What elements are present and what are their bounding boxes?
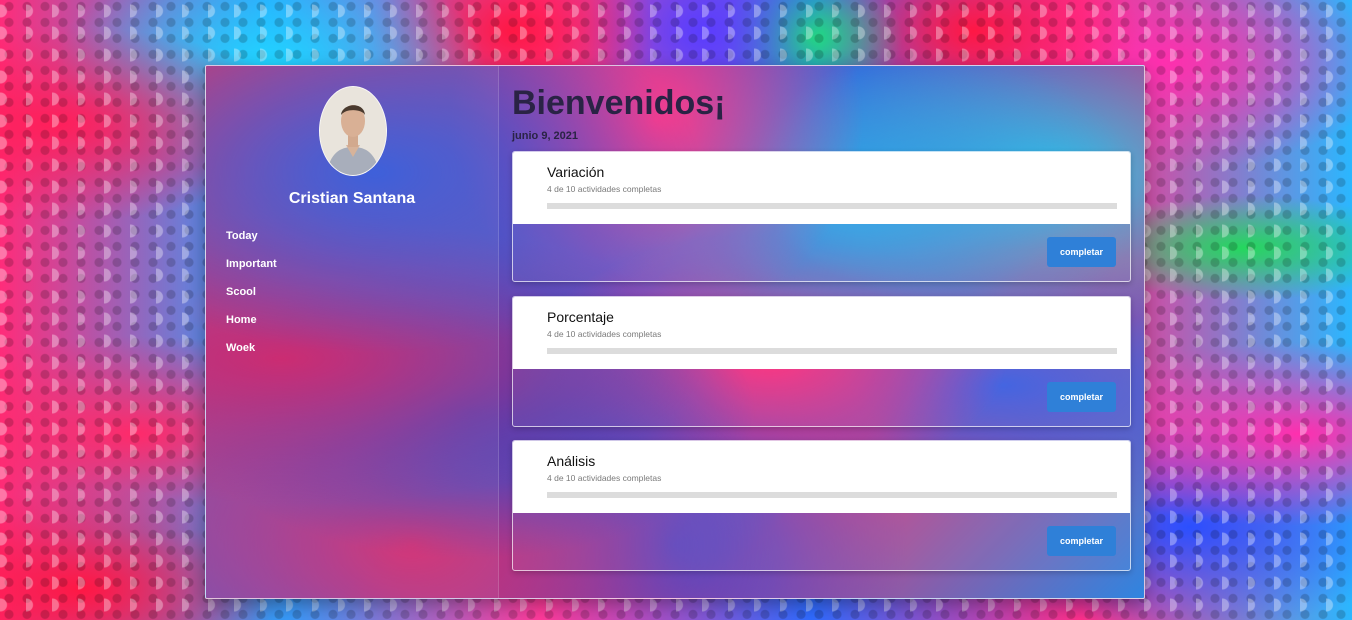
task-progress-fill <box>547 492 775 498</box>
task-subtitle: 4 de 10 actividades completas <box>547 473 662 483</box>
sidebar: Cristian Santana Today Important Scool H… <box>206 66 499 598</box>
sidebar-item-home[interactable]: Home <box>226 313 277 341</box>
task-subtitle: 4 de 10 actividades completas <box>547 184 662 194</box>
task-card: Porcentaje 4 de 10 actividades completas… <box>512 296 1131 427</box>
task-card: Variación 4 de 10 actividades completas … <box>512 151 1131 282</box>
sidebar-item-woek[interactable]: Woek <box>226 341 277 369</box>
task-progress-bar <box>547 492 1117 498</box>
task-progress-fill <box>547 203 775 209</box>
task-card-footer: completar <box>513 369 1130 426</box>
page-title: Bienvenidos¡ <box>512 84 726 122</box>
complete-button[interactable]: completar <box>1047 526 1116 556</box>
task-subtitle: 4 de 10 actividades completas <box>547 329 662 339</box>
sidebar-item-today[interactable]: Today <box>226 229 277 257</box>
complete-button[interactable]: completar <box>1047 237 1116 267</box>
date-label: junio 9, 2021 <box>512 130 579 142</box>
task-title: Porcentaje <box>547 309 614 325</box>
task-card-header: Análisis 4 de 10 actividades completas <box>513 441 1130 513</box>
task-card: Análisis 4 de 10 actividades completas c… <box>512 440 1131 571</box>
task-progress-fill <box>547 348 775 354</box>
task-title: Variación <box>547 164 605 180</box>
app-panel: Cristian Santana Today Important Scool H… <box>205 65 1145 599</box>
complete-button[interactable]: completar <box>1047 382 1116 412</box>
sidebar-nav: Today Important Scool Home Woek <box>226 229 277 369</box>
task-title: Análisis <box>547 453 596 469</box>
sidebar-item-scool[interactable]: Scool <box>226 285 277 313</box>
task-card-footer: completar <box>513 513 1130 570</box>
main-content: Bienvenidos¡ junio 9, 2021 Variación 4 d… <box>512 66 1132 598</box>
task-card-header: Variación 4 de 10 actividades completas <box>513 152 1130 224</box>
task-progress-bar <box>547 348 1117 354</box>
task-card-footer: completar <box>513 224 1130 281</box>
user-name: Cristian Santana <box>288 190 416 207</box>
sidebar-item-important[interactable]: Important <box>226 257 277 285</box>
avatar <box>319 86 387 176</box>
task-progress-bar <box>547 203 1117 209</box>
task-card-header: Porcentaje 4 de 10 actividades completas <box>513 297 1130 369</box>
